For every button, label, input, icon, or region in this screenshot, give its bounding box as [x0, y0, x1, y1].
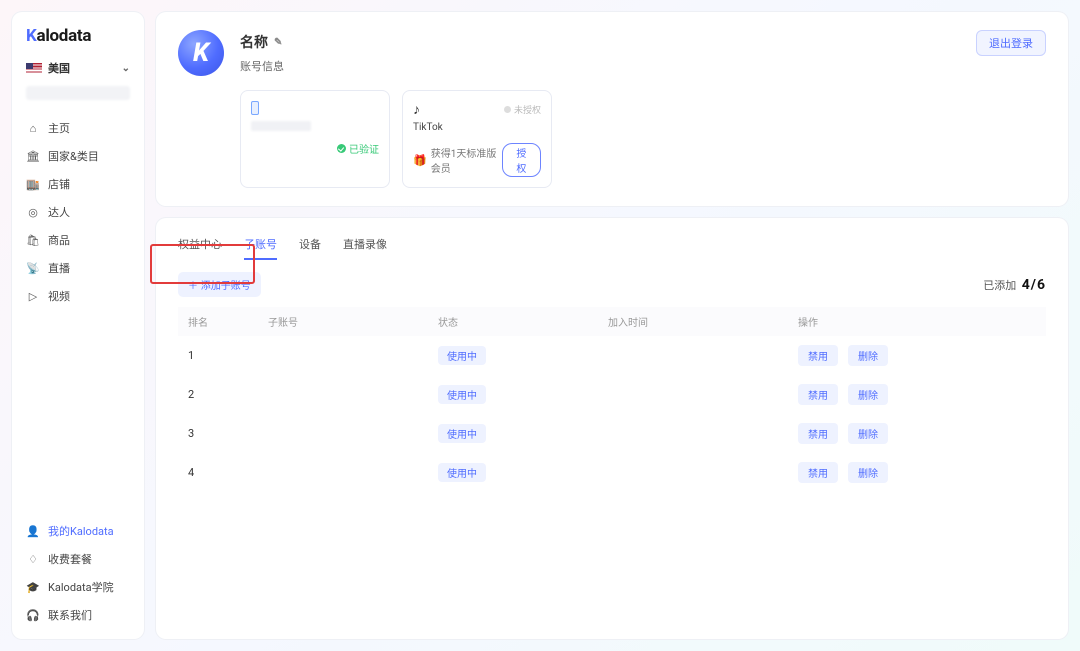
add-sub-account-button[interactable]: ＋ 添加子账号	[178, 272, 261, 297]
avatar: K	[178, 30, 224, 76]
tiktok-icon: ♪	[413, 101, 420, 118]
tab-sub-account[interactable]: 子账号	[244, 236, 277, 260]
nav-country-category[interactable]: 🏛国家&类目	[12, 142, 144, 170]
table-header: 排名 子账号 状态 加入时间 操作	[178, 307, 1046, 336]
subaccount-table: 排名 子账号 状态 加入时间 操作 1 使用中 禁用 删除	[178, 307, 1046, 492]
flag-us-icon	[26, 63, 42, 74]
status-tag: 使用中	[438, 424, 486, 443]
nav-creator[interactable]: ◎达人	[12, 198, 144, 226]
table-row: 3 使用中 禁用 删除	[178, 414, 1046, 453]
brand-logo: Kalodata	[12, 26, 144, 56]
col-sub: 子账号	[268, 314, 438, 329]
cell-rank: 4	[188, 466, 268, 479]
status-tag: 使用中	[438, 463, 486, 482]
col-status: 状态	[438, 314, 608, 329]
logout-button[interactable]: 退出登录	[976, 30, 1046, 56]
delete-button[interactable]: 删除	[848, 462, 888, 483]
unauthorized-tag: 未授权	[504, 103, 541, 116]
shop-icon: 🏬	[26, 178, 40, 191]
phone-icon	[251, 101, 259, 115]
disable-button[interactable]: 禁用	[798, 462, 838, 483]
status-tag: 使用中	[438, 385, 486, 404]
status-tag: 使用中	[438, 346, 486, 365]
country-selector[interactable]: 美国 ⌄	[12, 56, 144, 80]
dot-icon	[504, 106, 511, 113]
nav-contact[interactable]: 🎧联系我们	[12, 601, 144, 629]
nav-academy[interactable]: 🎓Kalodata学院	[12, 573, 144, 601]
sidebar: Kalodata 美国 ⌄ ⌂主页 🏛国家&类目 🏬店铺 ◎达人 🛍商品 📡直播…	[12, 12, 144, 639]
check-icon	[337, 144, 346, 153]
product-icon: 🛍	[26, 234, 40, 247]
disable-button[interactable]: 禁用	[798, 423, 838, 444]
gift-text: 获得1天标准版会员	[431, 145, 502, 175]
nav-product[interactable]: 🛍商品	[12, 226, 144, 254]
nav-home[interactable]: ⌂主页	[12, 114, 144, 142]
main-nav: ⌂主页 🏛国家&类目 🏬店铺 ◎达人 🛍商品 📡直播 ▷视频	[12, 110, 144, 509]
nav-live[interactable]: 📡直播	[12, 254, 144, 282]
bottom-nav: 👤我的Kalodata ♢收费套餐 🎓Kalodata学院 🎧联系我们	[12, 509, 144, 629]
profile-card: K 名称 ✎ 账号信息 已验证	[156, 12, 1068, 206]
table-row: 2 使用中 禁用 删除	[178, 375, 1046, 414]
redacted-phone	[251, 121, 311, 131]
live-icon: 📡	[26, 262, 40, 275]
profile-name-label: 名称	[240, 32, 268, 52]
nav-pricing[interactable]: ♢收费套餐	[12, 545, 144, 573]
chevron-down-icon: ⌄	[122, 63, 130, 74]
nav-shop[interactable]: 🏬店铺	[12, 170, 144, 198]
tiktok-card: ♪ 未授权 TikTok 🎁 获得1天标准版会员 授权	[402, 90, 552, 188]
headset-icon: 🎧	[26, 609, 40, 622]
phone-card: 已验证	[240, 90, 390, 188]
table-row: 4 使用中 禁用 删除	[178, 453, 1046, 492]
pin-icon: ◎	[26, 206, 40, 219]
cell-rank: 2	[188, 388, 268, 401]
col-ops: 操作	[798, 314, 1036, 329]
verified-badge: 已验证	[337, 141, 379, 156]
subaccount-card: 权益中心 子账号 设备 直播录像 ＋ 添加子账号 已添加 4/6 排名 子账号 …	[156, 218, 1068, 639]
main-content: K 名称 ✎ 账号信息 已验证	[156, 12, 1068, 639]
col-rank: 排名	[188, 314, 268, 329]
disable-button[interactable]: 禁用	[798, 384, 838, 405]
brand-k: K	[26, 26, 37, 46]
cell-rank: 3	[188, 427, 268, 440]
redacted-user	[26, 86, 130, 100]
authorize-button[interactable]: 授权	[502, 143, 541, 177]
country-label: 美国	[48, 60, 122, 76]
academy-icon: 🎓	[26, 581, 40, 594]
tab-device[interactable]: 设备	[299, 236, 321, 260]
delete-button[interactable]: 删除	[848, 384, 888, 405]
added-counter: 已添加 4/6	[983, 277, 1046, 293]
brand-rest: alodata	[37, 26, 92, 46]
delete-button[interactable]: 删除	[848, 345, 888, 366]
home-icon: ⌂	[26, 122, 40, 135]
tiktok-label: TikTok	[413, 122, 541, 133]
nav-my-kalodata[interactable]: 👤我的Kalodata	[12, 517, 144, 545]
col-join-time: 加入时间	[608, 314, 798, 329]
diamond-icon: ♢	[26, 553, 40, 566]
delete-button[interactable]: 删除	[848, 423, 888, 444]
nav-video[interactable]: ▷视频	[12, 282, 144, 310]
cell-rank: 1	[188, 349, 268, 362]
disable-button[interactable]: 禁用	[798, 345, 838, 366]
account-info-label: 账号信息	[240, 58, 1046, 74]
video-icon: ▷	[26, 290, 40, 303]
gift-icon: 🎁	[413, 154, 427, 167]
user-icon: 👤	[26, 525, 40, 538]
tab-rights-center[interactable]: 权益中心	[178, 236, 222, 260]
category-icon: 🏛	[26, 150, 40, 163]
tabs: 权益中心 子账号 设备 直播录像	[178, 236, 1046, 268]
tab-live-record[interactable]: 直播录像	[343, 236, 387, 260]
table-row: 1 使用中 禁用 删除	[178, 336, 1046, 375]
edit-icon[interactable]: ✎	[274, 37, 282, 48]
